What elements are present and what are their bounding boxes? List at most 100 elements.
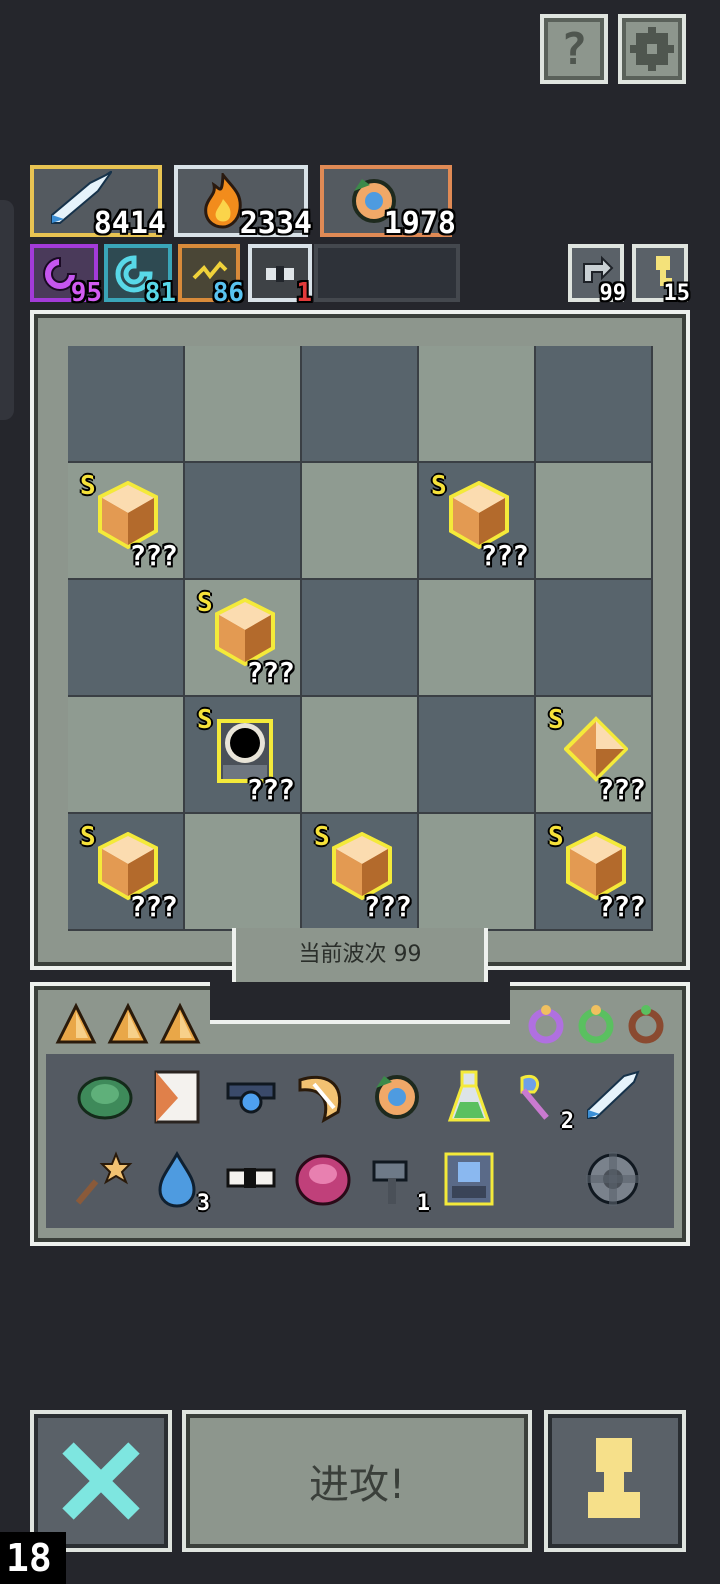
grid-cell[interactable] bbox=[302, 346, 417, 461]
rank-badge: S bbox=[548, 822, 564, 852]
rings-strip bbox=[514, 996, 680, 1052]
board-item[interactable]: S ??? bbox=[68, 463, 183, 578]
effect-purple-value: 95 bbox=[70, 278, 102, 308]
purple-ring-icon bbox=[528, 1005, 564, 1044]
armor-icon[interactable] bbox=[440, 1150, 498, 1208]
effect-lightning-value: 86 bbox=[212, 278, 244, 308]
hammer-icon[interactable]: 1 bbox=[368, 1150, 430, 1216]
orb-icon[interactable] bbox=[368, 1068, 426, 1126]
item-label: ??? bbox=[597, 890, 646, 923]
eye-rune-icon[interactable] bbox=[222, 1150, 280, 1208]
grid-cell[interactable] bbox=[302, 463, 417, 578]
recycle-counter[interactable]: 99 bbox=[568, 244, 626, 306]
settings-button[interactable] bbox=[618, 14, 686, 84]
board-item[interactable]: S ??? bbox=[302, 814, 417, 929]
stat-fire: 2334 bbox=[174, 165, 312, 241]
green-ring-icon bbox=[578, 1005, 614, 1044]
axe-icon[interactable]: 2 bbox=[512, 1068, 574, 1134]
item-count: 3 bbox=[196, 1191, 210, 1216]
board-item[interactable]: S ??? bbox=[185, 697, 300, 812]
grid-cell[interactable] bbox=[185, 463, 300, 578]
rank-badge: S bbox=[80, 822, 96, 852]
cancel-button[interactable] bbox=[30, 1410, 172, 1552]
grid-cell[interactable] bbox=[68, 580, 183, 695]
effect-eye: 1 bbox=[248, 244, 312, 308]
item-label: ??? bbox=[480, 539, 529, 572]
wave-label: 当前波次 99 bbox=[298, 942, 422, 967]
item-count: 1 bbox=[416, 1191, 430, 1216]
attack-label: 进攻! bbox=[308, 1462, 406, 1508]
help-button[interactable]: ? bbox=[540, 14, 608, 84]
pink-slime-icon[interactable] bbox=[294, 1150, 352, 1208]
potion-icon[interactable] bbox=[440, 1068, 498, 1126]
grid-cell[interactable] bbox=[419, 697, 534, 812]
board-frame: S ??? S ??? S ??? S ??? S ??? S ??? S ??… bbox=[30, 310, 690, 970]
level-indicator: 18 bbox=[0, 1532, 66, 1584]
grid-cell[interactable] bbox=[536, 463, 651, 578]
grid-cell[interactable] bbox=[419, 580, 534, 695]
grid-cell[interactable] bbox=[419, 346, 534, 461]
effect-purple: 95 bbox=[30, 244, 102, 308]
stat-attack-value: 8414 bbox=[93, 206, 166, 241]
board-item[interactable]: S ??? bbox=[68, 814, 183, 929]
gear-icon bbox=[630, 27, 674, 71]
shard-icon bbox=[55, 1002, 97, 1044]
grid-cell[interactable] bbox=[185, 346, 300, 461]
pawn-icon bbox=[588, 1438, 640, 1518]
scroll-icon[interactable] bbox=[148, 1068, 206, 1126]
board-item[interactable]: S ??? bbox=[536, 697, 651, 812]
stat-attack: 8414 bbox=[30, 165, 166, 241]
stat-orb-value: 1978 bbox=[383, 206, 456, 241]
blade-icon[interactable] bbox=[584, 1068, 642, 1126]
inventory-items: 2 3 1 bbox=[46, 1054, 674, 1228]
attack-button[interactable]: 进攻! bbox=[182, 1410, 532, 1552]
eye-icon bbox=[266, 266, 294, 282]
rank-badge: S bbox=[197, 588, 213, 618]
shards-strip bbox=[44, 996, 210, 1052]
grid-cell[interactable] bbox=[536, 346, 651, 461]
effect-cyan: 81 bbox=[104, 244, 176, 308]
rank-badge: S bbox=[548, 705, 564, 735]
effect-empty-slot bbox=[314, 244, 460, 302]
brown-ring-icon bbox=[628, 1005, 664, 1044]
effect-lightning: 86 bbox=[178, 244, 244, 308]
item-label: ??? bbox=[246, 773, 295, 806]
item-count: 2 bbox=[560, 1109, 574, 1134]
grid-cell[interactable] bbox=[302, 580, 417, 695]
horn-icon[interactable] bbox=[294, 1068, 352, 1126]
rank-badge: S bbox=[314, 822, 330, 852]
rank-badge: S bbox=[197, 705, 213, 735]
board-item[interactable]: S ??? bbox=[536, 814, 651, 929]
shard-icon bbox=[159, 1002, 201, 1044]
grid-cell[interactable] bbox=[536, 580, 651, 695]
grid-cell[interactable] bbox=[302, 697, 417, 812]
side-tab[interactable] bbox=[0, 200, 14, 420]
item-label: ??? bbox=[363, 890, 412, 923]
character-button[interactable] bbox=[544, 1410, 686, 1552]
board-grid: S ??? S ??? S ??? S ??? S ??? S ??? S ??… bbox=[68, 346, 653, 931]
turtle-shell-icon[interactable] bbox=[76, 1068, 134, 1126]
grid-cell[interactable] bbox=[68, 346, 183, 461]
level-value: 18 bbox=[6, 1536, 52, 1580]
amulet-icon[interactable] bbox=[222, 1068, 280, 1126]
inventory-panel: 2 3 1 bbox=[30, 982, 690, 1246]
ticket-counter[interactable]: 15 bbox=[632, 244, 690, 306]
water-drop-icon[interactable]: 3 bbox=[148, 1150, 210, 1216]
item-label: ??? bbox=[129, 539, 178, 572]
rank-badge: S bbox=[80, 471, 96, 501]
notch bbox=[210, 982, 510, 1024]
recycle-count: 99 bbox=[599, 281, 627, 306]
grid-cell[interactable] bbox=[419, 814, 534, 929]
grid-cell[interactable] bbox=[68, 697, 183, 812]
item-label: ??? bbox=[597, 773, 646, 806]
board-item[interactable]: S ??? bbox=[419, 463, 534, 578]
star-wand-icon[interactable] bbox=[75, 1150, 134, 1208]
item-label: ??? bbox=[246, 656, 295, 689]
effect-eye-value: 1 bbox=[296, 278, 312, 308]
cog-icon[interactable] bbox=[584, 1150, 642, 1208]
close-icon bbox=[62, 1442, 140, 1520]
grid-cell[interactable] bbox=[185, 814, 300, 929]
board-item[interactable]: S ??? bbox=[185, 580, 300, 695]
stat-fire-value: 2334 bbox=[239, 206, 312, 241]
effect-cyan-value: 81 bbox=[144, 278, 176, 308]
